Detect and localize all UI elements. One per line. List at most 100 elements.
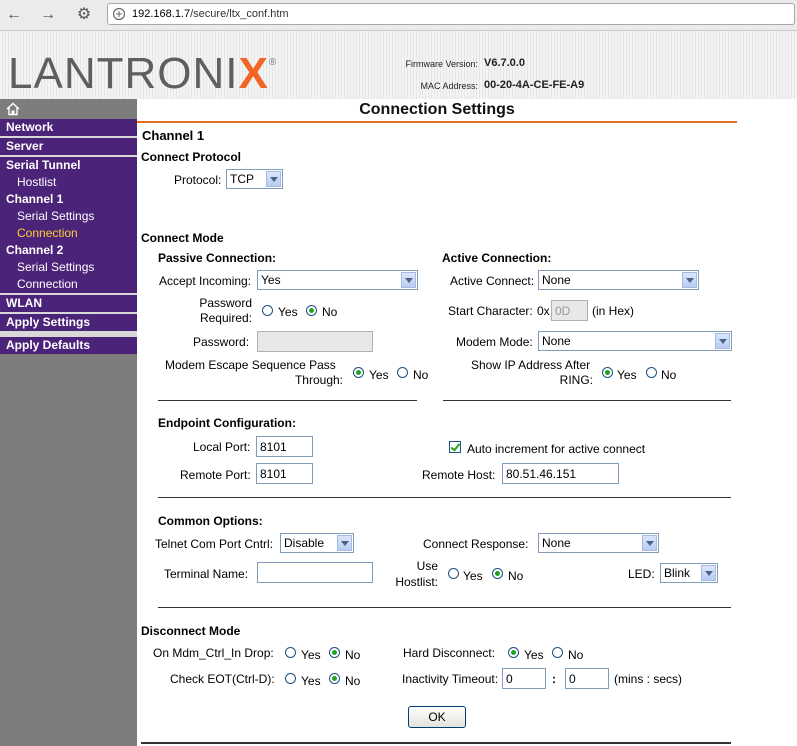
sidebar-item-apply-defaults[interactable]: Apply Defaults bbox=[0, 337, 137, 354]
sidebar-item-hostlist[interactable]: Hostlist bbox=[0, 174, 137, 191]
protocol-select[interactable]: TCP bbox=[226, 169, 283, 189]
accept-incoming-value: Yes bbox=[261, 273, 281, 287]
active-connect-select[interactable]: None bbox=[538, 270, 699, 290]
modem-escape-no-radio[interactable] bbox=[397, 367, 408, 378]
sidebar-item-channel-2[interactable]: Channel 2 bbox=[0, 242, 137, 259]
protocol-value: TCP bbox=[230, 172, 254, 186]
sidebar-item-channel-1[interactable]: Channel 1 bbox=[0, 191, 137, 208]
browser-toolbar: ← → ⚙ 192.168.1.7/secure/ltx_conf.htm bbox=[0, 0, 797, 31]
endpoint-heading: Endpoint Configuration: bbox=[158, 416, 296, 430]
chevron-down-icon bbox=[682, 272, 697, 288]
telnet-com-port-select[interactable]: Disable bbox=[280, 533, 354, 553]
common-options-heading: Common Options: bbox=[158, 514, 263, 528]
no-label: No bbox=[413, 368, 429, 382]
inactivity-unit-label: (mins : secs) bbox=[614, 672, 683, 686]
telnet-com-port-label: Telnet Com Port Cntrl: bbox=[155, 537, 274, 551]
channel-heading: Channel 1 bbox=[142, 128, 205, 143]
hard-disconnect-no-radio[interactable] bbox=[552, 647, 563, 658]
sidebar-item-network[interactable]: Network bbox=[0, 119, 137, 136]
sidebar-item-wlan[interactable]: WLAN bbox=[0, 295, 137, 312]
use-hostlist-no-radio[interactable] bbox=[492, 568, 503, 579]
mdm-ctrl-label: On Mdm_Ctrl_In Drop: bbox=[153, 646, 274, 660]
page-header: LANTRONIX® Firmware Version: V6.7.0.0 MA… bbox=[0, 31, 797, 99]
check-eot-no-radio[interactable] bbox=[329, 673, 340, 684]
terminal-name-input[interactable] bbox=[257, 562, 373, 583]
yes-label: Yes bbox=[278, 305, 298, 319]
yes-label: Yes bbox=[524, 648, 544, 662]
mdm-ctrl-yes-radio[interactable] bbox=[285, 647, 296, 658]
inactivity-seconds-input[interactable]: 0 bbox=[565, 668, 609, 689]
inactivity-minutes-value: 0 bbox=[506, 672, 513, 686]
sidebar-item-ch2-connection[interactable]: Connection bbox=[0, 276, 137, 293]
yes-label: Yes bbox=[463, 569, 483, 583]
title-underline bbox=[137, 121, 737, 123]
yes-label: Yes bbox=[301, 648, 321, 662]
start-character-label: Start Character: bbox=[448, 304, 533, 318]
divider bbox=[158, 497, 731, 498]
mac-value: 00-20-4A-CE-FE-A9 bbox=[484, 79, 585, 91]
chevron-down-icon bbox=[337, 535, 352, 551]
no-label: No bbox=[568, 648, 584, 662]
connect-response-select[interactable]: None bbox=[538, 533, 659, 553]
active-connect-value: None bbox=[542, 273, 571, 287]
show-ip-yes-radio[interactable] bbox=[602, 367, 613, 378]
active-connection-heading: Active Connection: bbox=[442, 251, 552, 265]
forward-arrow-icon[interactable]: → bbox=[38, 5, 58, 25]
chevron-down-icon bbox=[266, 171, 281, 187]
sidebar-item-ch2-serial-settings[interactable]: Serial Settings bbox=[0, 259, 137, 276]
led-select[interactable]: Blink bbox=[660, 563, 718, 583]
password-required-yes-radio[interactable] bbox=[262, 305, 273, 316]
ok-button[interactable]: OK bbox=[408, 706, 466, 728]
remote-port-value: 8101 bbox=[260, 467, 287, 481]
sidebar-item-server[interactable]: Server bbox=[0, 138, 137, 155]
yes-label: Yes bbox=[301, 674, 321, 688]
inactivity-minutes-input[interactable]: 0 bbox=[502, 668, 546, 689]
connect-protocol-heading: Connect Protocol bbox=[141, 150, 242, 164]
inactivity-timeout-label: Inactivity Timeout: bbox=[402, 672, 499, 686]
back-arrow-icon[interactable]: ← bbox=[4, 5, 24, 25]
mdm-ctrl-no-radio[interactable] bbox=[329, 647, 340, 658]
auto-increment-label: Auto increment for active connect bbox=[467, 442, 646, 456]
hard-disconnect-yes-radio[interactable] bbox=[508, 647, 519, 658]
accept-incoming-select[interactable]: Yes bbox=[257, 270, 418, 290]
auto-increment-checkbox[interactable] bbox=[449, 441, 461, 453]
password-input[interactable] bbox=[257, 331, 373, 352]
check-eot-label: Check EOT(Ctrl-D): bbox=[170, 672, 275, 686]
local-port-label: Local Port: bbox=[193, 440, 251, 454]
sidebar-item-ch1-serial-settings[interactable]: Serial Settings bbox=[0, 208, 137, 225]
local-port-input[interactable]: 8101 bbox=[256, 436, 313, 457]
sidebar-item-apply-settings[interactable]: Apply Settings bbox=[0, 314, 137, 331]
use-hostlist-yes-radio[interactable] bbox=[448, 568, 459, 579]
no-label: No bbox=[345, 648, 361, 662]
address-bar[interactable]: 192.168.1.7/secure/ltx_conf.htm bbox=[107, 3, 795, 25]
sidebar-item-serial-tunnel[interactable]: Serial Tunnel bbox=[0, 157, 137, 174]
start-character-input[interactable]: 0D bbox=[551, 300, 588, 321]
remote-port-input[interactable]: 8101 bbox=[256, 463, 313, 484]
hex-prefix: 0x bbox=[537, 304, 550, 318]
home-row bbox=[0, 99, 137, 119]
page-title: Connection Settings bbox=[359, 101, 515, 118]
active-connect-label: Active Connect: bbox=[450, 274, 535, 288]
protocol-label: Protocol: bbox=[174, 173, 222, 187]
yes-label: Yes bbox=[617, 368, 637, 382]
use-hostlist-label-2: Hostlist: bbox=[395, 575, 438, 589]
local-port-value: 8101 bbox=[260, 440, 287, 454]
modem-escape-yes-radio[interactable] bbox=[353, 367, 364, 378]
no-label: No bbox=[661, 368, 677, 382]
password-required-no-radio[interactable] bbox=[306, 305, 317, 316]
chevron-down-icon bbox=[642, 535, 657, 551]
show-ip-no-radio[interactable] bbox=[646, 367, 657, 378]
settings-icon[interactable]: ⚙ bbox=[74, 5, 94, 25]
sidebar-item-ch1-connection[interactable]: Connection bbox=[0, 225, 137, 242]
check-eot-yes-radio[interactable] bbox=[285, 673, 296, 684]
show-ip-label-2: RING: bbox=[559, 373, 593, 387]
password-required-label-1: Password bbox=[199, 296, 252, 310]
modem-mode-select[interactable]: None bbox=[538, 331, 732, 351]
led-label: LED: bbox=[628, 567, 655, 581]
firmware-label: Firmware Version: bbox=[405, 59, 478, 69]
bottom-divider bbox=[141, 742, 731, 744]
home-icon[interactable] bbox=[6, 102, 20, 116]
divider bbox=[158, 607, 731, 608]
remote-host-input[interactable]: 80.51.46.151 bbox=[502, 463, 619, 484]
passive-connection-heading: Passive Connection: bbox=[158, 251, 277, 265]
